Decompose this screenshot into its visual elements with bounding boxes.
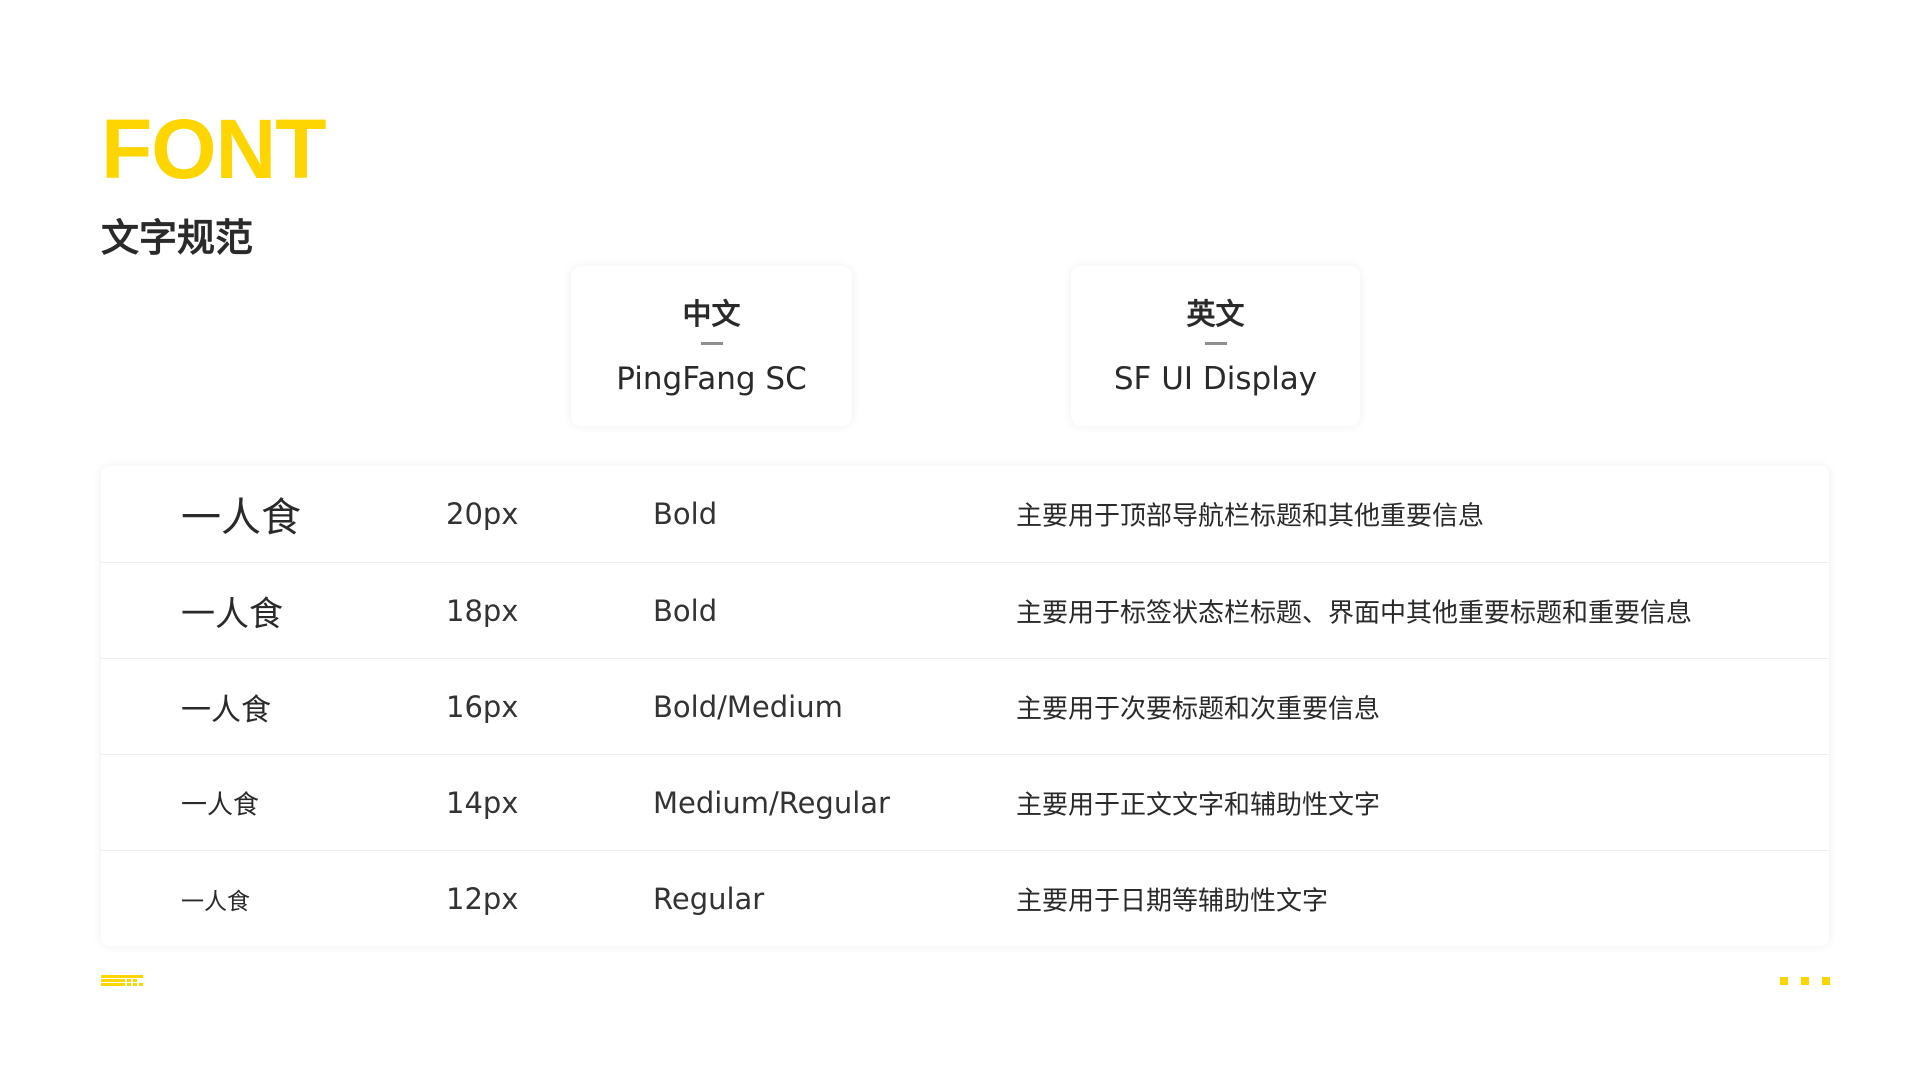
page-title: FONT bbox=[101, 102, 327, 196]
dots-decoration-icon bbox=[1780, 977, 1830, 985]
type-size: 12px bbox=[446, 881, 519, 916]
type-sample: 一人食 bbox=[181, 790, 260, 820]
type-sample: 一人食 bbox=[181, 692, 271, 728]
chinese-font-card: 中文 PingFang SC bbox=[571, 266, 852, 426]
type-sample: 一人食 bbox=[181, 495, 301, 541]
type-size: 16px bbox=[446, 689, 519, 724]
type-size: 18px bbox=[446, 593, 519, 628]
type-scale-row: 一人食 14px Medium/Regular 主要用于正文文字和辅助性文字 bbox=[101, 754, 1829, 850]
type-weight: Regular bbox=[653, 881, 765, 916]
font-card-font-name: SF UI Display bbox=[1113, 361, 1318, 397]
type-size: 20px bbox=[446, 497, 519, 531]
type-scale-table: 一人食 20px Bold 主要用于顶部导航栏标题和其他重要信息 一人食 18p… bbox=[101, 466, 1829, 946]
type-scale-row: 一人食 16px Bold/Medium 主要用于次要标题和次重要信息 bbox=[101, 658, 1829, 754]
type-scale-row: 一人食 20px Bold 主要用于顶部导航栏标题和其他重要信息 bbox=[101, 466, 1829, 562]
stripe-decoration-icon bbox=[101, 975, 143, 986]
type-usage: 主要用于顶部导航栏标题和其他重要信息 bbox=[1016, 501, 1485, 532]
type-scale-row: 一人食 18px Bold 主要用于标签状态栏标题、界面中其他重要标题和重要信息 bbox=[101, 562, 1829, 658]
font-card-divider bbox=[700, 342, 723, 345]
type-weight: Bold bbox=[653, 593, 718, 628]
type-usage: 主要用于正文文字和辅助性文字 bbox=[1016, 790, 1381, 820]
font-card-label: 中文 bbox=[682, 297, 741, 331]
type-size: 14px bbox=[446, 785, 519, 820]
font-card-divider bbox=[1204, 342, 1227, 345]
type-sample: 一人食 bbox=[181, 888, 250, 915]
font-spec-page: FONT 文字规范 中文 PingFang SC 英文 SF UI Displa… bbox=[0, 0, 1920, 1080]
type-usage: 主要用于日期等辅助性文字 bbox=[1016, 886, 1329, 916]
type-weight: Medium/Regular bbox=[653, 785, 890, 820]
type-sample: 一人食 bbox=[181, 594, 283, 634]
page-subtitle: 文字规范 bbox=[101, 216, 254, 260]
type-usage: 主要用于标签状态栏标题、界面中其他重要标题和重要信息 bbox=[1016, 598, 1693, 628]
font-card-label: 英文 bbox=[1186, 297, 1245, 331]
font-card-font-name: PingFang SC bbox=[616, 361, 807, 397]
type-weight: Bold bbox=[653, 497, 718, 531]
english-font-card: 英文 SF UI Display bbox=[1071, 266, 1360, 426]
type-scale-row: 一人食 12px Regular 主要用于日期等辅助性文字 bbox=[101, 850, 1829, 946]
type-weight: Bold/Medium bbox=[653, 689, 843, 724]
type-usage: 主要用于次要标题和次重要信息 bbox=[1016, 694, 1381, 724]
